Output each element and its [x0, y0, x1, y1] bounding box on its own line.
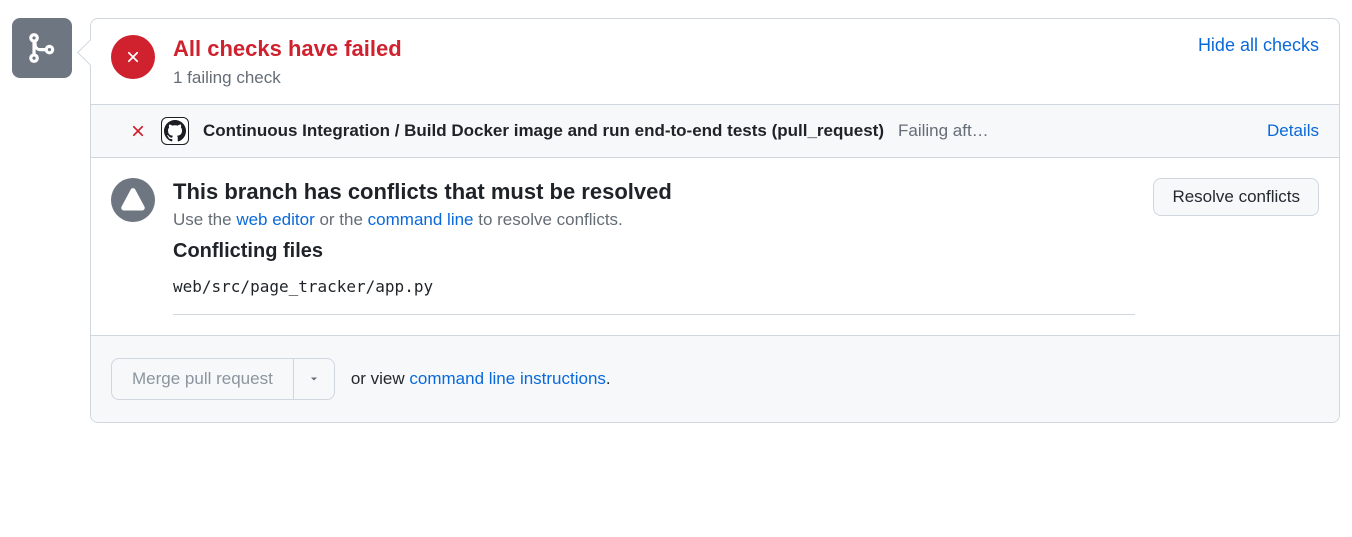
web-editor-link[interactable]: web editor [236, 210, 314, 229]
merge-footer: Merge pull request or view command line … [91, 335, 1339, 422]
alert-icon [121, 188, 145, 212]
git-merge-icon [25, 31, 59, 65]
hide-checks-link[interactable]: Hide all checks [1198, 35, 1319, 56]
check-fail-icon [129, 122, 147, 140]
check-item-row: Continuous Integration / Build Docker im… [91, 104, 1339, 158]
conflict-sub-suffix: to resolve conflicts. [474, 210, 623, 229]
checks-subtitle: 1 failing check [173, 68, 1180, 88]
merge-status-card: All checks have failed 1 failing check H… [90, 18, 1340, 423]
timeline-merge-badge [12, 18, 72, 78]
conflict-warn-icon [111, 178, 155, 222]
merge-dropdown-button[interactable] [294, 358, 335, 400]
conflicting-file-path: web/src/page_tracker/app.py [173, 277, 1135, 296]
check-details-link[interactable]: Details [1267, 121, 1319, 141]
merge-pull-request-button[interactable]: Merge pull request [111, 358, 294, 400]
conflict-section: This branch has conflicts that must be r… [91, 158, 1339, 336]
conflict-subtitle: Use the web editor or the command line t… [173, 210, 1135, 230]
github-actions-avatar [161, 117, 189, 145]
command-line-link[interactable]: command line [368, 210, 474, 229]
divider [173, 314, 1135, 315]
resolve-conflicts-button[interactable]: Resolve conflicts [1153, 178, 1319, 216]
checks-summary-section: All checks have failed 1 failing check H… [91, 19, 1339, 104]
check-name: Continuous Integration / Build Docker im… [203, 121, 884, 141]
conflict-sub-prefix: Use the [173, 210, 236, 229]
caret-down-icon [308, 373, 320, 385]
footer-or-view: or view [351, 369, 410, 388]
github-icon [164, 120, 186, 142]
footer-text: or view command line instructions. [351, 369, 611, 389]
x-icon [124, 48, 142, 66]
conflict-sub-middle: or the [315, 210, 368, 229]
conflicting-files-title: Conflicting files [173, 240, 1135, 263]
check-status: Failing aft… [898, 121, 1008, 141]
merge-button-group: Merge pull request [111, 358, 335, 400]
cli-instructions-link[interactable]: command line instructions [409, 369, 606, 388]
x-icon [129, 122, 147, 140]
conflict-title: This branch has conflicts that must be r… [173, 178, 1135, 207]
footer-period: . [606, 369, 611, 388]
checks-title: All checks have failed [173, 35, 1180, 64]
status-fail-icon [111, 35, 155, 79]
